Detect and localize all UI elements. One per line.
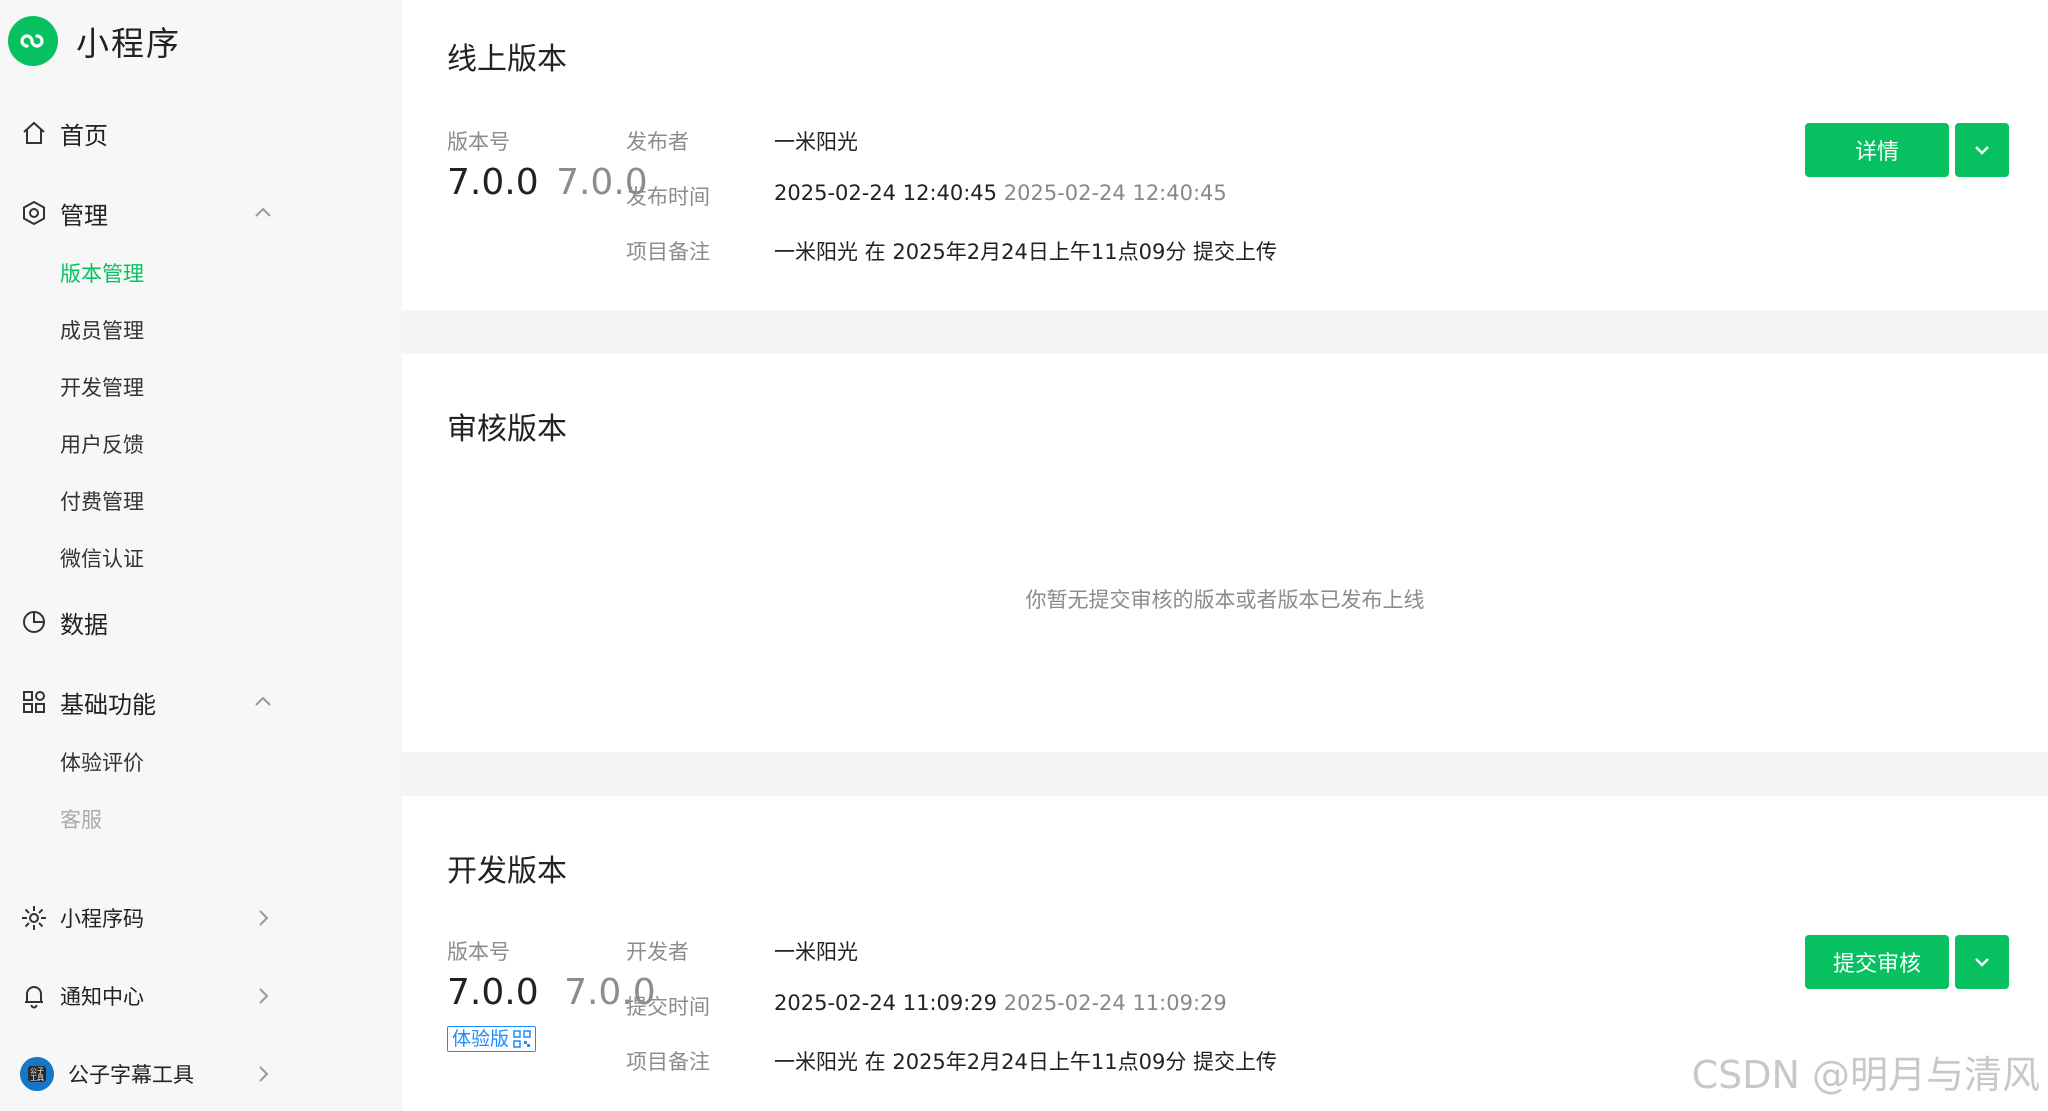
- sidebar-item-home[interactable]: 首页: [20, 113, 275, 153]
- submit-time-dim: 2025-02-24 11:09:29: [1003, 991, 1227, 1015]
- sidebar-item-customer-service[interactable]: 客服: [60, 804, 102, 836]
- review-empty-text: 你暂无提交审核的版本或者版本已发布上线: [1025, 588, 1425, 612]
- watermark: CSDN @明月与清风: [1691, 1053, 2040, 1097]
- submit-time-value: 2025-02-24 11:09:29 2025-02-24 11:09:29: [774, 991, 1227, 1015]
- online-version-panel: 线上版本 版本号 7.0.0 7.0.0 发布者 一米阳光 发布时间 2025-…: [402, 0, 2048, 310]
- project-note-value: 一米阳光 在 2025年2月24日上午11点09分 提交上传: [774, 1050, 1277, 1074]
- account-name: 公子字幕工具: [68, 1063, 194, 1087]
- bell-icon: [20, 982, 48, 1010]
- online-version-title: 线上版本: [447, 42, 567, 77]
- sidebar-group-basic[interactable]: 基础功能: [20, 682, 275, 722]
- version-number-label: 版本号: [447, 130, 510, 154]
- publisher-label: 发布者: [626, 130, 689, 154]
- version-number-value: 7.0.0: [447, 972, 539, 1013]
- chevron-right-icon: [251, 984, 275, 1008]
- version-number-label: 版本号: [447, 940, 510, 964]
- sidebar-item-member-manage[interactable]: 成员管理: [60, 315, 144, 347]
- chevron-up-icon: [251, 690, 275, 714]
- sidebar-item-dev-manage[interactable]: 开发管理: [60, 372, 144, 404]
- review-version-title: 审核版本: [447, 412, 567, 447]
- version-number-value: 7.0.0: [447, 162, 539, 203]
- avatar: 公子 工具: [20, 1057, 54, 1091]
- developer-label: 开发者: [626, 940, 689, 964]
- sidebar-item-data[interactable]: 数据: [20, 602, 275, 642]
- sidebar-item-payment-manage[interactable]: 付费管理: [60, 486, 144, 518]
- publisher-value: 一米阳光: [774, 130, 858, 154]
- publish-time: 2025-02-24 12:40:45: [774, 181, 998, 205]
- chevron-down-icon: [1975, 146, 1989, 155]
- sidebar-item-user-feedback[interactable]: 用户反馈: [60, 429, 144, 461]
- chevron-right-icon: [251, 1062, 275, 1086]
- sidebar-item-qrcode[interactable]: 小程序码: [20, 898, 275, 938]
- chevron-up-icon: [251, 201, 275, 225]
- online-more-dropdown[interactable]: [1955, 123, 2009, 177]
- developer-value: 一米阳光: [774, 940, 858, 964]
- sidebar-item-label: 数据: [60, 610, 108, 639]
- sidebar-item-label: 小程序码: [60, 907, 144, 931]
- home-icon: [20, 119, 48, 147]
- sidebar-item-label: 首页: [60, 121, 108, 150]
- hexagon-settings-icon: [20, 199, 48, 227]
- sidebar-item-notifications[interactable]: 通知中心: [20, 976, 275, 1016]
- trial-version-badge[interactable]: 体验版: [447, 1026, 537, 1052]
- publish-time-label: 发布时间: [626, 185, 710, 209]
- brand-name: 小程序: [76, 24, 181, 63]
- chevron-right-icon: [251, 906, 275, 930]
- dev-version-title: 开发版本: [447, 854, 567, 889]
- sidebar-group-manage[interactable]: 管理: [20, 193, 275, 233]
- qrcode-sun-icon: [20, 904, 48, 932]
- submit-time-label: 提交时间: [626, 995, 710, 1019]
- sidebar-group-label: 基础功能: [60, 690, 156, 719]
- sidebar-group-label: 管理: [60, 201, 108, 230]
- project-note-label: 项目备注: [626, 1050, 710, 1074]
- qrcode-icon: [513, 1030, 531, 1048]
- version-number: 7.0.0 7.0.0: [447, 162, 648, 203]
- dev-more-dropdown[interactable]: [1955, 935, 2009, 989]
- publish-time-value: 2025-02-24 12:40:45 2025-02-24 12:40:45: [774, 181, 1227, 205]
- submit-review-button[interactable]: 提交审核: [1805, 935, 1949, 989]
- submit-time: 2025-02-24 11:09:29: [774, 991, 998, 1015]
- project-note-value: 一米阳光 在 2025年2月24日上午11点09分 提交上传: [774, 240, 1277, 264]
- chevron-down-icon: [1975, 958, 1989, 967]
- brand[interactable]: 小程序: [8, 16, 181, 66]
- detail-button[interactable]: 详情: [1805, 123, 1949, 177]
- publish-time-dim: 2025-02-24 12:40:45: [1003, 181, 1227, 205]
- sidebar-account[interactable]: 公子 工具 公子字幕工具: [20, 1054, 275, 1094]
- trial-version-badge-label: 体验版: [452, 1027, 510, 1050]
- avatar-text-bottom: 工具: [30, 1074, 44, 1082]
- review-version-panel: 审核版本 你暂无提交审核的版本或者版本已发布上线: [402, 354, 2048, 752]
- sidebar-item-experience-review[interactable]: 体验评价: [60, 747, 144, 779]
- dev-version-number: 7.0.0 7.0.0: [447, 972, 656, 1013]
- miniprogram-logo-icon: [8, 16, 58, 66]
- sidebar-item-version-manage[interactable]: 版本管理: [60, 258, 144, 290]
- project-note-label: 项目备注: [626, 240, 710, 264]
- sidebar: 小程序 首页 管理 版本管理 成员管理 开发管理 用户反馈 付费管理 微信认证 …: [0, 0, 400, 1111]
- grid-apps-icon: [20, 688, 48, 716]
- pie-chart-icon: [20, 608, 48, 636]
- sidebar-item-label: 通知中心: [60, 985, 144, 1009]
- sidebar-item-wechat-verify[interactable]: 微信认证: [60, 543, 144, 575]
